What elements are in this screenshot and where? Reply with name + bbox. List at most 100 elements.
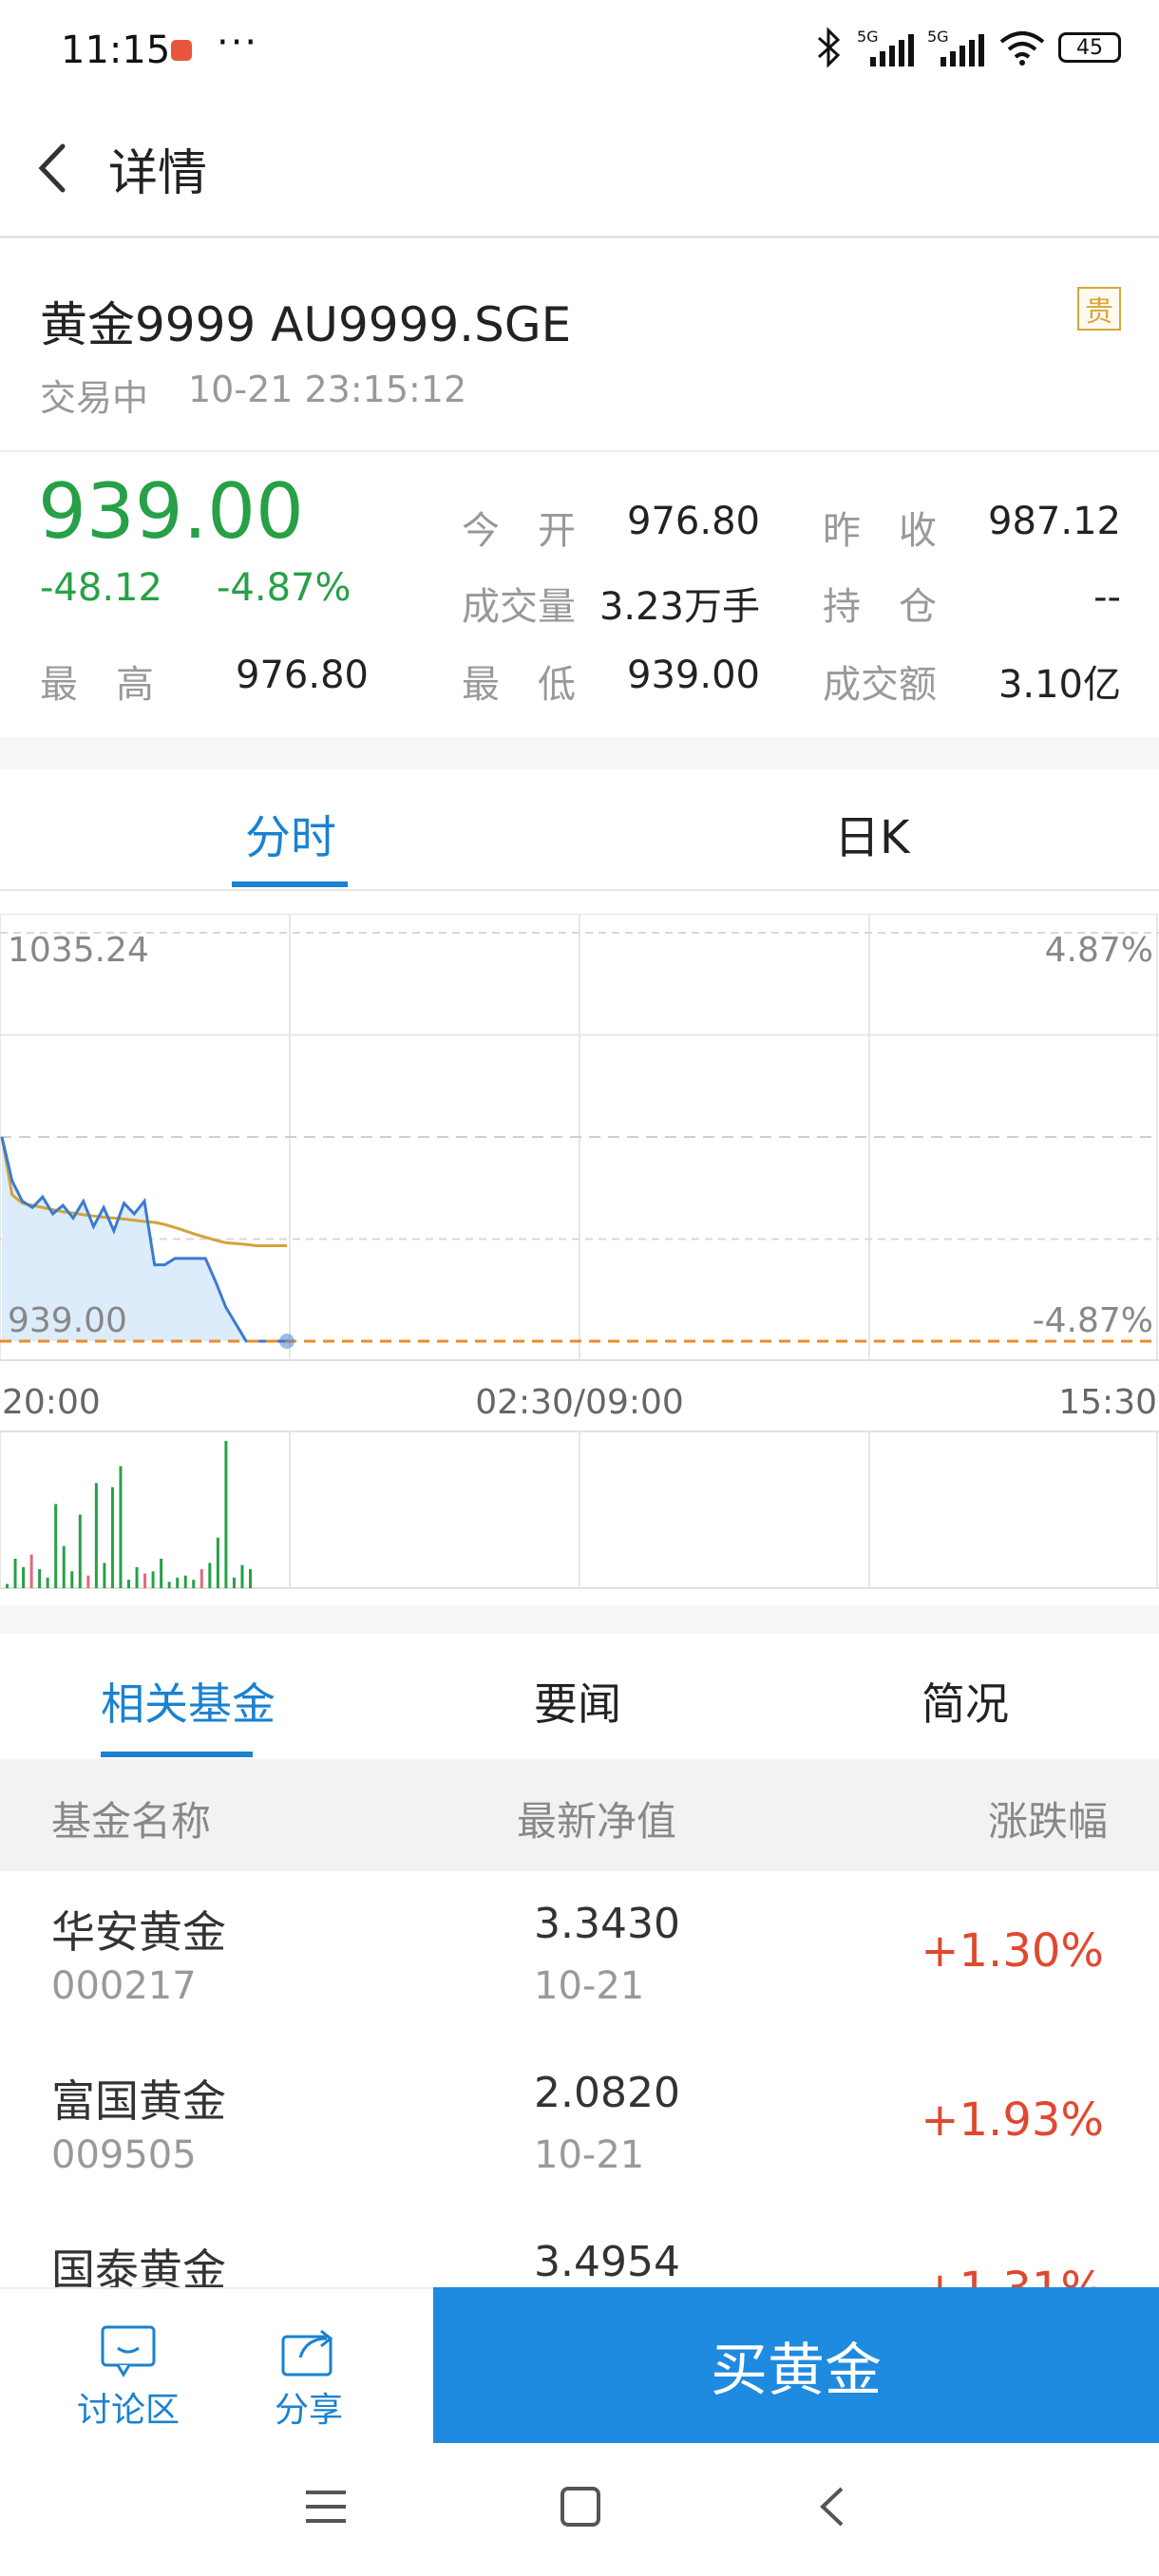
wifi-icon — [999, 31, 1045, 66]
col-latest-nav: 最新净值 — [517, 1798, 677, 1845]
position-value: -- — [1093, 576, 1121, 619]
bottom-action-bar: 讨论区 分享 — [0, 2287, 433, 2445]
status-bar: 11:15 ··· 5G 5G 45 — [0, 0, 1159, 104]
last-price: 939.00 — [38, 467, 304, 556]
volume-bars — [6, 1441, 252, 1588]
trading-status: 交易中 — [40, 377, 149, 419]
intraday-chart[interactable]: 1035.24 939.00 4.87% -4.87% 20:00 02:30/… — [0, 914, 1159, 1598]
volume-bar — [29, 1554, 33, 1588]
page-title: 详情 — [108, 145, 208, 202]
high-value: 976.80 — [236, 653, 369, 697]
discuss-label: 讨论区 — [76, 2391, 180, 2430]
status-time: 11:15 — [61, 28, 171, 72]
fund-change-pct: +1.93% — [921, 2093, 1104, 2147]
system-nav-bar — [0, 2443, 1159, 2576]
volume-bar — [200, 1569, 203, 1588]
tab-news[interactable]: 要闻 — [534, 1670, 621, 1733]
position-label: 持 仓 — [823, 585, 937, 629]
section-gap — [0, 1605, 1159, 1634]
fund-nav: 3.3430 — [534, 1900, 680, 1948]
volume-bar — [62, 1545, 66, 1588]
x-label-start: 20:00 — [2, 1383, 101, 1422]
turnover-value: 3.10亿 — [998, 663, 1121, 707]
high-label: 最 高 — [40, 663, 154, 707]
low-value: 939.00 — [627, 653, 760, 697]
volume-bar — [232, 1577, 236, 1588]
volume-bar — [54, 1504, 58, 1588]
fund-code: 009505 — [51, 2133, 197, 2177]
open-value: 976.80 — [627, 500, 760, 543]
volume-bar — [151, 1571, 155, 1588]
tab-indicator — [232, 881, 348, 887]
instrument-name: 黄金9999 AU9999.SGE — [40, 297, 572, 352]
fund-name: 华安黄金 — [51, 1906, 226, 1958]
volume-bar — [249, 1569, 252, 1588]
open-label: 今 开 — [462, 509, 576, 553]
low-label: 最 低 — [462, 663, 576, 707]
top-nav: 详情 — [0, 104, 1159, 238]
col-change[interactable]: 涨跌幅 — [988, 1790, 1108, 1847]
volume-bar — [119, 1466, 123, 1588]
fund-nav: 2.0820 — [534, 2069, 680, 2117]
volume-bar — [13, 1559, 17, 1588]
app-notification-icon — [171, 40, 192, 61]
price-change-pct: -4.87% — [217, 566, 352, 610]
share-label: 分享 — [274, 2391, 343, 2430]
chat-bubble-icon — [101, 2325, 156, 2377]
volume-bar — [127, 1580, 130, 1588]
price-change: -48.12 — [40, 566, 162, 610]
volume-bar — [192, 1580, 196, 1588]
fund-name: 富国黄金 — [51, 2075, 226, 2127]
tab-related-funds[interactable]: 相关基金 — [101, 1670, 276, 1733]
volume-bar — [38, 1569, 42, 1588]
y-max-label: 1035.24 — [8, 931, 149, 970]
volume-bar — [240, 1564, 244, 1588]
volume-bar — [86, 1575, 90, 1588]
prev-close-value: 987.12 — [988, 500, 1121, 543]
pct-max-label: 4.87% — [1045, 931, 1153, 970]
menu-icon[interactable] — [304, 2487, 348, 2527]
turnover-label: 成交额 — [823, 663, 937, 707]
volume-bar — [78, 1514, 82, 1588]
volume-bar — [135, 1566, 139, 1588]
volume-bar — [110, 1487, 114, 1588]
col-fund-name: 基金名称 — [51, 1798, 212, 1845]
svg-text:5G: 5G — [857, 28, 879, 46]
volume-value: 3.23万手 — [598, 585, 760, 629]
volume-bar — [103, 1563, 106, 1588]
buy-gold-button[interactable]: 买黄金 — [433, 2287, 1159, 2443]
volume-bar — [143, 1573, 147, 1588]
svg-text:5G: 5G — [927, 28, 949, 46]
tab-daily-k[interactable]: 日K — [834, 800, 909, 866]
quote-timestamp: 10-21 23:15:12 — [188, 369, 467, 410]
table-row[interactable]: 富国黄金 009505 2.0820 10-21 +1.93% — [0, 2042, 1159, 2211]
tab-intraday[interactable]: 分时 — [245, 800, 336, 866]
x-label-mid: 02:30/09:00 — [475, 1383, 684, 1422]
fund-nav-date: 10-21 — [534, 1964, 645, 2008]
share-button[interactable]: 分享 — [247, 2323, 370, 2432]
volume-bar — [70, 1571, 74, 1588]
tab-indicator — [101, 1752, 253, 1757]
bluetooth-icon — [817, 27, 841, 68]
back-icon[interactable] — [813, 2485, 851, 2529]
battery-icon: 45 — [1058, 32, 1121, 63]
tab-overview[interactable]: 简况 — [922, 1670, 1009, 1733]
discuss-button[interactable]: 讨论区 — [66, 2323, 190, 2432]
share-icon — [281, 2329, 333, 2377]
signal-5g-icon: 5G — [857, 28, 914, 66]
volume-bar — [46, 1577, 49, 1588]
section-gap — [0, 737, 1159, 769]
status-icons: 5G 5G 45 — [811, 27, 1121, 68]
volume-bar — [208, 1563, 212, 1588]
volume-bar — [94, 1483, 98, 1588]
back-arrow-icon[interactable] — [28, 135, 86, 201]
divider — [0, 889, 1159, 891]
last-price-dot — [279, 1334, 294, 1349]
signal-5g-icon-2: 5G — [927, 28, 984, 66]
more-notifications-icon: ··· — [217, 21, 259, 65]
volume-bar — [224, 1441, 228, 1588]
pct-min-label: -4.87% — [1033, 1301, 1153, 1340]
home-icon[interactable] — [559, 2485, 602, 2529]
table-row[interactable]: 华安黄金 000217 3.3430 10-21 +1.30% — [0, 1873, 1159, 2042]
volume-bar — [183, 1575, 187, 1588]
